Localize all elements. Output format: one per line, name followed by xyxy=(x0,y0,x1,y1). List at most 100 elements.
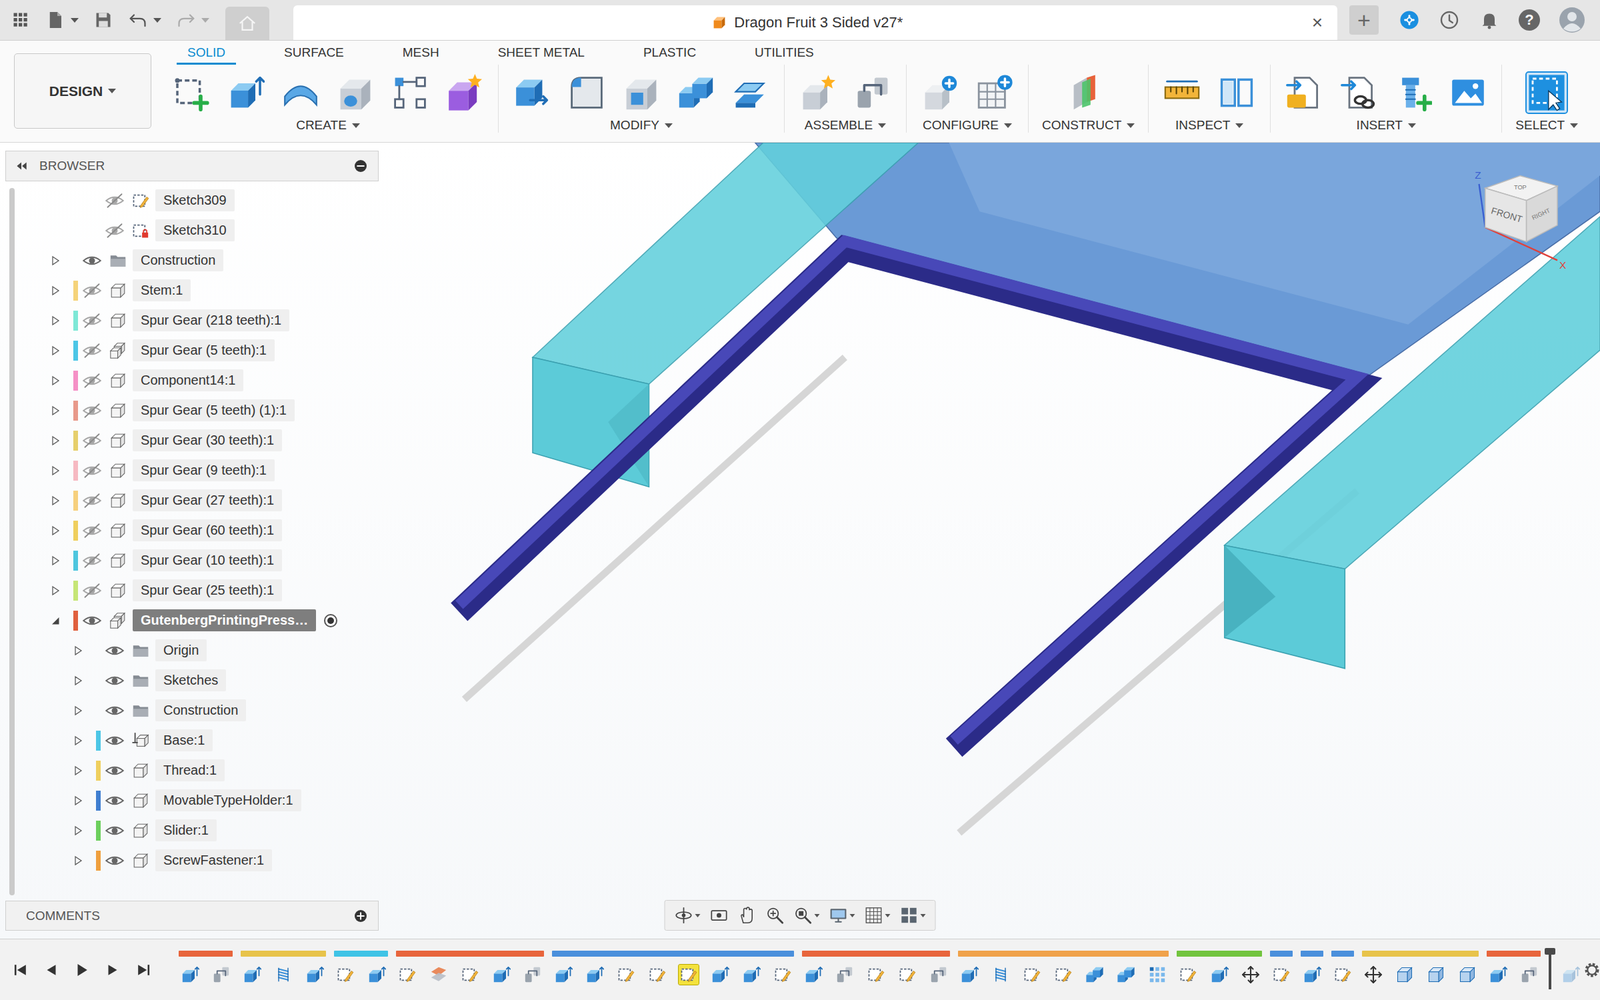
ribbon-tab[interactable]: UTILITIES xyxy=(725,40,844,65)
ribbon-tab[interactable]: SHEET METAL xyxy=(468,40,614,65)
tree-item-label[interactable]: GutenbergPrintingPress… xyxy=(132,609,316,632)
timeline-feature[interactable] xyxy=(772,964,793,985)
tree-row[interactable]: Component14:1 xyxy=(5,365,379,396)
visibility-toggle[interactable] xyxy=(82,580,102,601)
tree-item-label[interactable]: Slider:1 xyxy=(155,819,217,842)
tree-toggle[interactable] xyxy=(44,464,67,478)
go-to-end-button[interactable] xyxy=(134,961,152,979)
visibility-toggle[interactable] xyxy=(82,280,102,301)
look-button[interactable] xyxy=(710,906,729,925)
timeline-feature[interactable] xyxy=(1084,964,1105,985)
timeline-feature[interactable] xyxy=(1302,964,1322,985)
close-tab-button[interactable]: × xyxy=(1308,12,1327,34)
timeline-feature[interactable] xyxy=(741,964,762,985)
visibility-toggle[interactable] xyxy=(82,310,102,331)
minimize-browser-button[interactable] xyxy=(352,158,369,174)
extrude-tool[interactable] xyxy=(226,72,266,113)
revolve-tool[interactable] xyxy=(280,72,321,113)
tree-toggle[interactable] xyxy=(44,284,67,298)
view-cube[interactable]: TOPFRONTRIGHTZX xyxy=(1466,161,1580,275)
tree-item-label[interactable]: Sketch310 xyxy=(155,219,235,242)
apps-button[interactable] xyxy=(10,10,31,30)
tree-row[interactable]: Thread:1 xyxy=(5,755,379,786)
insert-canvas-tool[interactable] xyxy=(1448,72,1488,113)
visibility-toggle[interactable] xyxy=(104,670,125,691)
tree-row[interactable]: Spur Gear (5 teeth) (1):1 xyxy=(5,395,379,426)
rect-pattern-tool[interactable] xyxy=(390,72,430,113)
insert-svg-tool[interactable] xyxy=(1284,72,1324,113)
tool-group-menu[interactable]: SELECT xyxy=(1515,118,1578,133)
step-forward-button[interactable] xyxy=(104,961,122,979)
visibility-toggle[interactable] xyxy=(104,790,125,811)
redo-button[interactable] xyxy=(176,10,210,30)
right-beam-front[interactable] xyxy=(1224,545,1346,669)
tree-row[interactable]: ScrewFastener:1 xyxy=(5,845,379,876)
timeline-feature[interactable] xyxy=(211,964,232,985)
tree-row[interactable]: Construction xyxy=(5,695,379,726)
tree-item-label[interactable]: Spur Gear (60 teeth):1 xyxy=(132,519,282,542)
ribbon-tab[interactable]: MESH xyxy=(373,40,469,65)
fillet-tool[interactable] xyxy=(566,72,607,113)
tree-item-label[interactable]: Base:1 xyxy=(155,729,213,752)
timeline-settings-button[interactable] xyxy=(1582,960,1600,980)
timeline-feature[interactable] xyxy=(1178,964,1198,985)
extensions-button[interactable] xyxy=(1398,9,1420,31)
collapse-browser-button[interactable] xyxy=(14,158,29,174)
timeline-feature[interactable] xyxy=(491,964,512,985)
timeline-feature[interactable] xyxy=(1488,964,1508,985)
tree-toggle[interactable] xyxy=(44,554,67,568)
tool-group-menu[interactable]: CONSTRUCT xyxy=(1042,118,1135,133)
tool-group-menu[interactable]: INSERT xyxy=(1356,118,1416,133)
tree-item-label[interactable]: Stem:1 xyxy=(132,279,191,302)
tree-item-label[interactable]: Sketch309 xyxy=(155,189,235,212)
tree-item-label[interactable]: Component14:1 xyxy=(132,369,244,392)
orbit-button[interactable] xyxy=(674,906,701,925)
timeline-feature[interactable] xyxy=(1116,964,1136,985)
insert-mcmaster-tool[interactable] xyxy=(1393,72,1434,113)
timeline-feature[interactable] xyxy=(616,964,636,985)
tree-toggle[interactable] xyxy=(44,524,67,538)
timeline-feature[interactable] xyxy=(428,964,449,985)
timeline-feature[interactable] xyxy=(180,964,200,985)
hole-tool[interactable] xyxy=(335,72,376,113)
tree-toggle[interactable] xyxy=(44,314,67,328)
tree-item-label[interactable]: Origin xyxy=(155,639,207,662)
configure-table-tool[interactable] xyxy=(974,72,1015,113)
timeline-feature[interactable] xyxy=(397,964,418,985)
timeline-feature[interactable] xyxy=(678,964,699,985)
tree-toggle[interactable] xyxy=(66,794,90,808)
visibility-toggle[interactable] xyxy=(82,400,102,421)
pan-button[interactable] xyxy=(738,906,757,925)
tree-row[interactable]: Origin xyxy=(5,635,379,666)
visibility-toggle[interactable] xyxy=(82,370,102,391)
visibility-toggle[interactable] xyxy=(104,220,125,241)
timeline-feature[interactable] xyxy=(866,964,886,985)
tree-toggle[interactable] xyxy=(66,854,90,868)
add-comment-button[interactable] xyxy=(352,908,369,924)
job-status-button[interactable] xyxy=(1438,9,1460,31)
ribbon-tab[interactable]: SURFACE xyxy=(254,40,374,65)
ribbon-tab[interactable]: PLASTIC xyxy=(614,40,726,65)
measure-tool[interactable] xyxy=(1162,72,1202,113)
tree-row[interactable]: Sketches xyxy=(5,665,379,696)
offset-plane-tool[interactable] xyxy=(1068,72,1109,113)
tree-row[interactable]: Sketch310 xyxy=(5,215,379,246)
timeline-feature[interactable] xyxy=(897,964,918,985)
tree-row[interactable]: Slider:1 xyxy=(5,815,379,846)
tree-row[interactable]: Spur Gear (10 teeth):1 xyxy=(5,545,379,576)
home-tab[interactable] xyxy=(225,6,270,40)
tree-item-label[interactable]: MovableTypeHolder:1 xyxy=(155,789,302,812)
tree-row[interactable]: Spur Gear (5 teeth):1 xyxy=(5,335,379,366)
tree-toggle[interactable] xyxy=(66,704,90,718)
tool-group-menu[interactable]: MODIFY xyxy=(610,118,673,133)
section-tool[interactable] xyxy=(1216,72,1257,113)
timeline-feature[interactable] xyxy=(1332,964,1353,985)
visibility-toggle[interactable] xyxy=(104,850,125,871)
timeline-feature[interactable] xyxy=(1457,964,1478,985)
tree-item-label[interactable]: Spur Gear (10 teeth):1 xyxy=(132,549,282,572)
visibility-toggle[interactable] xyxy=(82,520,102,541)
tool-group-menu[interactable]: INSPECT xyxy=(1175,118,1244,133)
grid-button[interactable] xyxy=(864,906,891,925)
combine-tool[interactable] xyxy=(676,72,716,113)
tree-item-label[interactable]: Sketches xyxy=(155,669,226,692)
